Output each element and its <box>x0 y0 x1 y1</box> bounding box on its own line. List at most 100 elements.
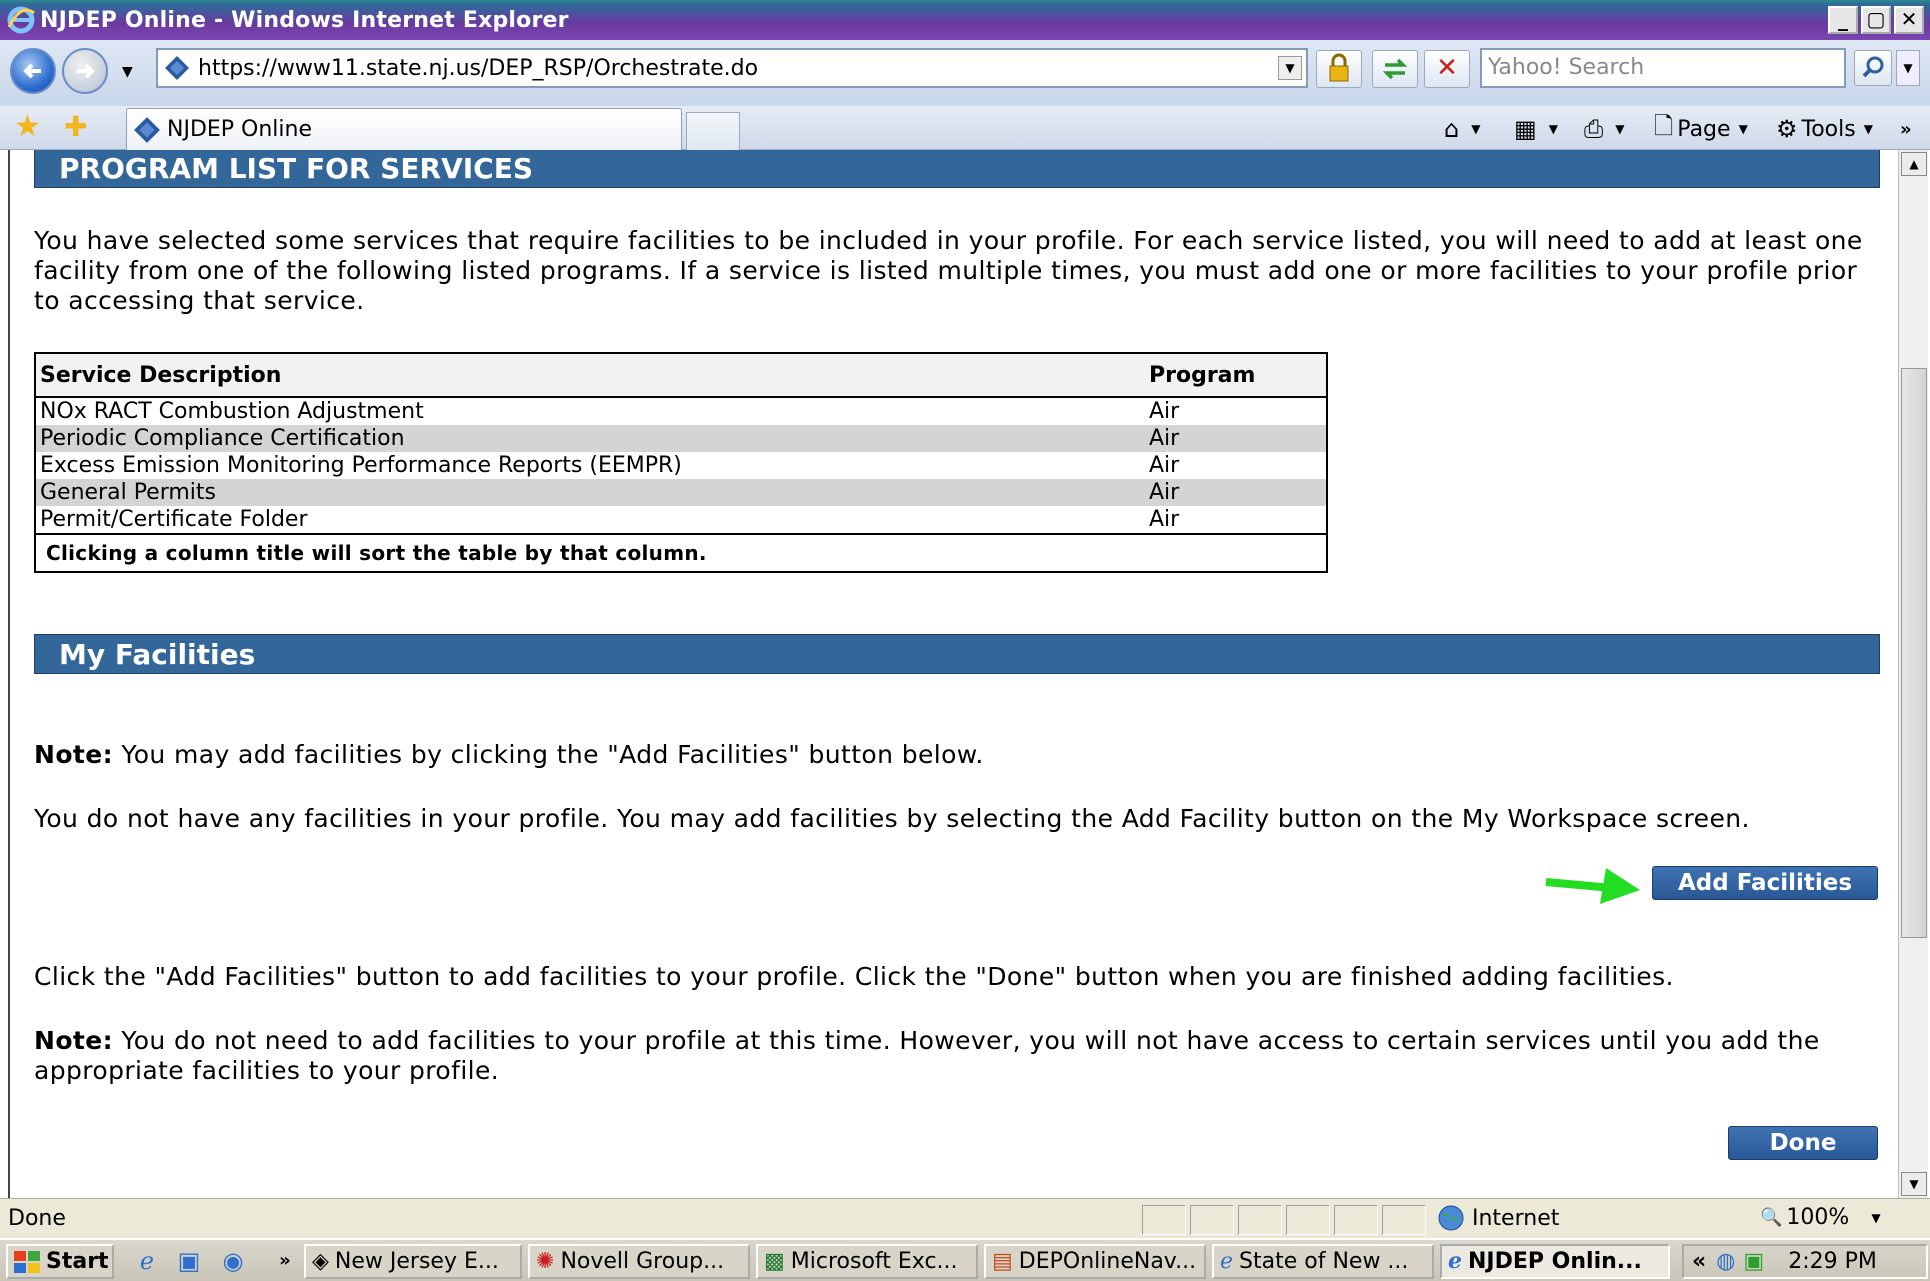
security-lock-icon[interactable] <box>1316 50 1362 88</box>
start-label: Start <box>46 1249 109 1274</box>
clock[interactable]: 2:29 PM <box>1788 1249 1877 1274</box>
window-title-bar[interactable]: NJDEP Online - Windows Internet Explorer… <box>0 0 1930 40</box>
print-button[interactable]: ⎙ ▼ <box>1584 112 1624 146</box>
zoom-control[interactable]: 🔍 100% ▼ <box>1760 1205 1881 1230</box>
minimize-button[interactable]: _ <box>1828 6 1858 34</box>
table-row: General Permits Air <box>35 479 1327 506</box>
address-bar[interactable]: https://www11.state.nj.us/DEP_RSP/Orches… <box>156 48 1308 88</box>
note-text: You may add facilities by clicking the "… <box>113 740 984 769</box>
sort-hint: Clicking a column title will sort the ta… <box>35 533 1327 572</box>
ie-icon: ℯ <box>1220 1249 1234 1274</box>
page-menu[interactable]: 🗋 Page ▼ <box>1654 112 1748 146</box>
window-title: NJDEP Online - Windows Internet Explorer <box>40 7 569 33</box>
tab-njdep-online[interactable]: NJDEP Online <box>126 108 682 150</box>
site-favicon-icon <box>165 56 189 80</box>
refresh-icon[interactable] <box>1372 50 1418 88</box>
back-arrow-icon <box>23 63 41 79</box>
media-quicklaunch-icon[interactable]: ◉ <box>218 1246 248 1276</box>
search-go-icon[interactable] <box>1854 50 1892 86</box>
green-arrow-icon <box>1545 868 1640 904</box>
history-dropdown-icon[interactable]: ▼ <box>122 64 133 80</box>
status-pane <box>1286 1205 1330 1235</box>
taskbar-item-label: DEPOnlineNav... <box>1018 1249 1197 1274</box>
windows-taskbar: Start ℯ ▣ ◉ » ◈ New Jersey E... ✺ Novell… <box>0 1238 1930 1281</box>
feeds-button[interactable]: ▦ ▼ <box>1514 112 1558 146</box>
status-text: Done <box>8 1206 66 1231</box>
taskbar-item[interactable]: ✺ Novell Group... <box>528 1244 750 1279</box>
close-window-button[interactable]: ✕ <box>1894 6 1924 34</box>
program-cell: Air <box>1145 479 1327 506</box>
note-add-facilities: Note: You may add facilities by clicking… <box>34 740 1874 770</box>
zoom-icon: 🔍 <box>1760 1207 1783 1228</box>
instructions-text: Click the "Add Facilities" button to add… <box>34 962 1674 991</box>
table-row: Permit/Certificate Folder Air <box>35 506 1327 534</box>
tray-expand-icon[interactable]: « <box>1692 1249 1706 1274</box>
service-cell: NOx RACT Combustion Adjustment <box>40 399 424 424</box>
status-pane <box>1142 1205 1186 1235</box>
page-viewport[interactable]: PROGRAM LIST FOR SERVICES You have selec… <box>8 150 1898 1198</box>
service-cell: Periodic Compliance Certification <box>35 425 1145 452</box>
status-pane <box>1190 1205 1234 1235</box>
taskbar-item-label: State of New ... <box>1239 1249 1409 1274</box>
taskbar-item[interactable]: ◈ New Jersey E... <box>304 1244 522 1279</box>
taskbar-item[interactable]: ▤ DEPOnlineNav... <box>984 1244 1206 1279</box>
favorites-star-icon[interactable]: ★ <box>14 112 41 142</box>
taskbar-item-label: NJDEP Onlin... <box>1468 1249 1642 1274</box>
address-dropdown-icon[interactable]: ▼ <box>1278 56 1302 80</box>
network-globe-icon[interactable]: ◍ <box>1716 1249 1735 1274</box>
note-text: You do not need to add facilities to you… <box>34 1026 1820 1085</box>
note-label: Note: <box>34 740 114 769</box>
taskbar-item[interactable]: ▩ Microsoft Exc... <box>756 1244 978 1279</box>
search-input[interactable]: Yahoo! Search <box>1480 48 1846 88</box>
my-facilities-heading: My Facilities <box>34 634 1880 674</box>
scroll-down-icon[interactable]: ▼ <box>1901 1172 1927 1196</box>
scrollbar-thumb[interactable] <box>1901 368 1927 938</box>
column-header-service-description[interactable]: Service Description <box>35 353 1145 398</box>
update-icon[interactable]: ▣ <box>1743 1249 1764 1274</box>
tab-title: NJDEP Online <box>167 117 313 142</box>
start-button[interactable]: Start <box>6 1244 114 1279</box>
stop-icon[interactable]: ✕ <box>1424 50 1470 88</box>
tools-menu[interactable]: ⚙ Tools ▼ <box>1776 112 1873 146</box>
home-icon: ⌂ <box>1444 115 1460 143</box>
done-button[interactable]: Done <box>1728 1126 1878 1160</box>
service-program-table: Service Description Program NOx RACT Com… <box>34 352 1328 573</box>
status-bar: Done Internet 🔍 100% ▼ <box>0 1198 1930 1238</box>
quicklaunch-more-icon[interactable]: » <box>270 1246 300 1276</box>
gem-icon: ◈ <box>312 1249 329 1274</box>
search-provider-dropdown-icon[interactable]: ▼ <box>1896 50 1920 86</box>
back-button[interactable] <box>10 48 56 94</box>
groupwise-icon: ✺ <box>536 1249 555 1274</box>
taskbar-item[interactable]: ℯ State of New ... <box>1212 1244 1434 1279</box>
column-header-program[interactable]: Program <box>1145 353 1327 398</box>
new-tab-button[interactable] <box>686 112 740 150</box>
taskbar-item-active[interactable]: ℯ NJDEP Onlin... <box>1440 1244 1670 1279</box>
zoom-level: 100% <box>1786 1205 1850 1230</box>
ie-quicklaunch-icon[interactable]: ℯ <box>132 1246 162 1276</box>
security-zone[interactable]: Internet <box>1436 1203 1559 1233</box>
more-commands-chevron-icon[interactable]: » <box>1900 112 1912 146</box>
desktop-quicklaunch-icon[interactable]: ▣ <box>174 1246 204 1276</box>
scroll-up-icon[interactable]: ▲ <box>1901 152 1927 176</box>
zone-label: Internet <box>1472 1205 1560 1231</box>
vertical-scrollbar[interactable]: ▲ ▼ <box>1898 150 1928 1198</box>
service-cell: Permit/Certificate Folder <box>40 507 308 532</box>
url-text[interactable]: https://www11.state.nj.us/DEP_RSP/Orches… <box>198 56 758 81</box>
program-cell: Air <box>1149 399 1180 424</box>
forward-button[interactable] <box>62 48 108 94</box>
windows-logo-icon <box>14 1250 40 1273</box>
ie-icon: ℯ <box>1448 1249 1462 1274</box>
tools-menu-label: Tools <box>1801 116 1856 142</box>
no-facilities-message: You do not have any facilities in your p… <box>34 804 1750 833</box>
home-button[interactable]: ⌂ ▼ <box>1444 112 1480 146</box>
note-label: Note: <box>34 1026 114 1055</box>
table-row: Periodic Compliance Certification Air <box>35 425 1327 452</box>
table-row: NOx RACT Combustion Adjustment Air <box>35 397 1327 425</box>
zoom-dropdown-icon[interactable]: ▼ <box>1871 1211 1880 1225</box>
table-footer-row: Clicking a column title will sort the ta… <box>35 533 1327 572</box>
add-favorite-icon[interactable]: ✚ <box>64 112 87 142</box>
restore-button[interactable]: ▢ <box>1861 6 1891 34</box>
status-pane <box>1382 1205 1426 1235</box>
taskbar-item-label: Microsoft Exc... <box>790 1249 958 1274</box>
add-facilities-button[interactable]: Add Facilities <box>1652 866 1878 900</box>
